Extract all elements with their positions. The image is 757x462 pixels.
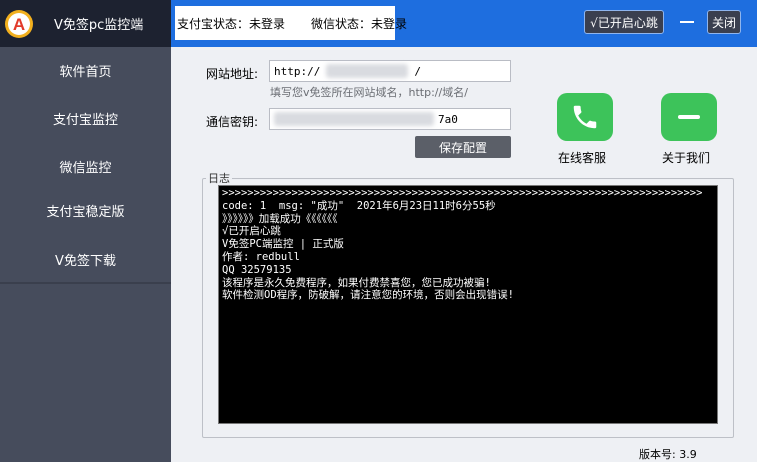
about-us-label: 关于我们 (662, 151, 711, 165)
sidebar-item-alipay-stable[interactable]: 支付宝稳定版 (0, 187, 171, 234)
sidebar-divider (0, 282, 171, 284)
brand-bar: A V免签pc监控端 (0, 0, 171, 47)
comm-key-label: 通信密钥: (206, 115, 259, 129)
comm-key-suffix: 7a0 (438, 112, 458, 126)
site-url-label: 网站地址: (206, 67, 259, 81)
logo-icon: A (4, 9, 34, 39)
wechat-status: 微信状态：未登录 (311, 16, 408, 31)
save-config-button[interactable]: 保存配置 (415, 136, 511, 158)
log-line: QQ 32579135 (222, 263, 292, 276)
sidebar-item-download[interactable]: V免签下载 (0, 236, 171, 283)
log-line: √已开启心跳 (222, 225, 281, 238)
chat-bubble-icon[interactable] (661, 93, 717, 141)
app-title: V免签pc监控端 (54, 18, 144, 33)
redacted-key (274, 112, 434, 126)
sidebar-item-wechat-monitor[interactable]: 微信监控 (0, 143, 171, 190)
sidebar-item-label: V免签下载 (55, 254, 116, 269)
comm-key-input[interactable]: 7a0 (269, 108, 511, 130)
sidebar-item-home[interactable]: 软件首页 (0, 47, 171, 94)
minimize-icon (680, 21, 694, 23)
sidebar-item-alipay-monitor[interactable]: 支付宝监控 (0, 95, 171, 142)
sidebar-item-label: 支付宝监控 (52, 113, 118, 128)
sidebar-item-label: 微信监控 (59, 161, 112, 176)
sidebar-item-label: 支付宝稳定版 (46, 205, 125, 220)
redacted-domain (326, 64, 409, 78)
log-title: 日志 (206, 170, 232, 186)
site-url-prefix: http:// (274, 64, 321, 78)
log-line: 作者: redbull (222, 250, 300, 263)
log-line: code: 1 msg: "成功" 2021年6月23日11时6分55秒 (222, 199, 496, 212)
log-line: V免签PC端监控 | 正式版 (222, 238, 344, 251)
alipay-status: 支付宝状态：未登录 (177, 16, 286, 31)
log-line: 》》》》》》加载成功《《《《《《 (222, 212, 338, 225)
phone-icon[interactable] (557, 93, 613, 141)
heartbeat-button[interactable]: √已开启心跳 (584, 10, 664, 34)
status-bar: 支付宝状态：未登录 微信状态：未登录 (175, 6, 407, 40)
logo-letter: A (13, 15, 25, 34)
log-output[interactable]: >>>>>>>>>>>>>>>>>>>>>>>>>>>>>>>>>>>>>>>>… (218, 185, 718, 424)
site-url-suffix: / (414, 64, 421, 78)
close-button[interactable]: 关闭 (707, 10, 741, 34)
log-line: 该程序是永久免费程序，如果付费禁喜您，您已成功被骗! (222, 276, 491, 289)
sidebar: A V免签pc监控端 软件首页 支付宝监控 微信监控 支付宝稳定版 V免签下载 (0, 0, 171, 462)
log-line: 软件检测OD程序，防破解，请注意您的环境，否则会出现错误! (222, 289, 514, 302)
online-support-label: 在线客服 (558, 151, 607, 165)
sidebar-item-label: 软件首页 (59, 65, 112, 80)
log-line: >>>>>>>>>>>>>>>>>>>>>>>>>>>>>>>>>>>>>>>>… (222, 187, 703, 199)
header-bar: 支付宝状态：未登录 微信状态：未登录 √已开启心跳 关闭 (171, 0, 757, 47)
version-label: 版本号: 3.9 (639, 448, 697, 461)
site-url-input[interactable]: http:// / (269, 60, 511, 82)
site-url-hint: 填写您v免签所在网站域名，http://域名/ (270, 86, 468, 99)
minimize-button[interactable] (677, 10, 697, 34)
